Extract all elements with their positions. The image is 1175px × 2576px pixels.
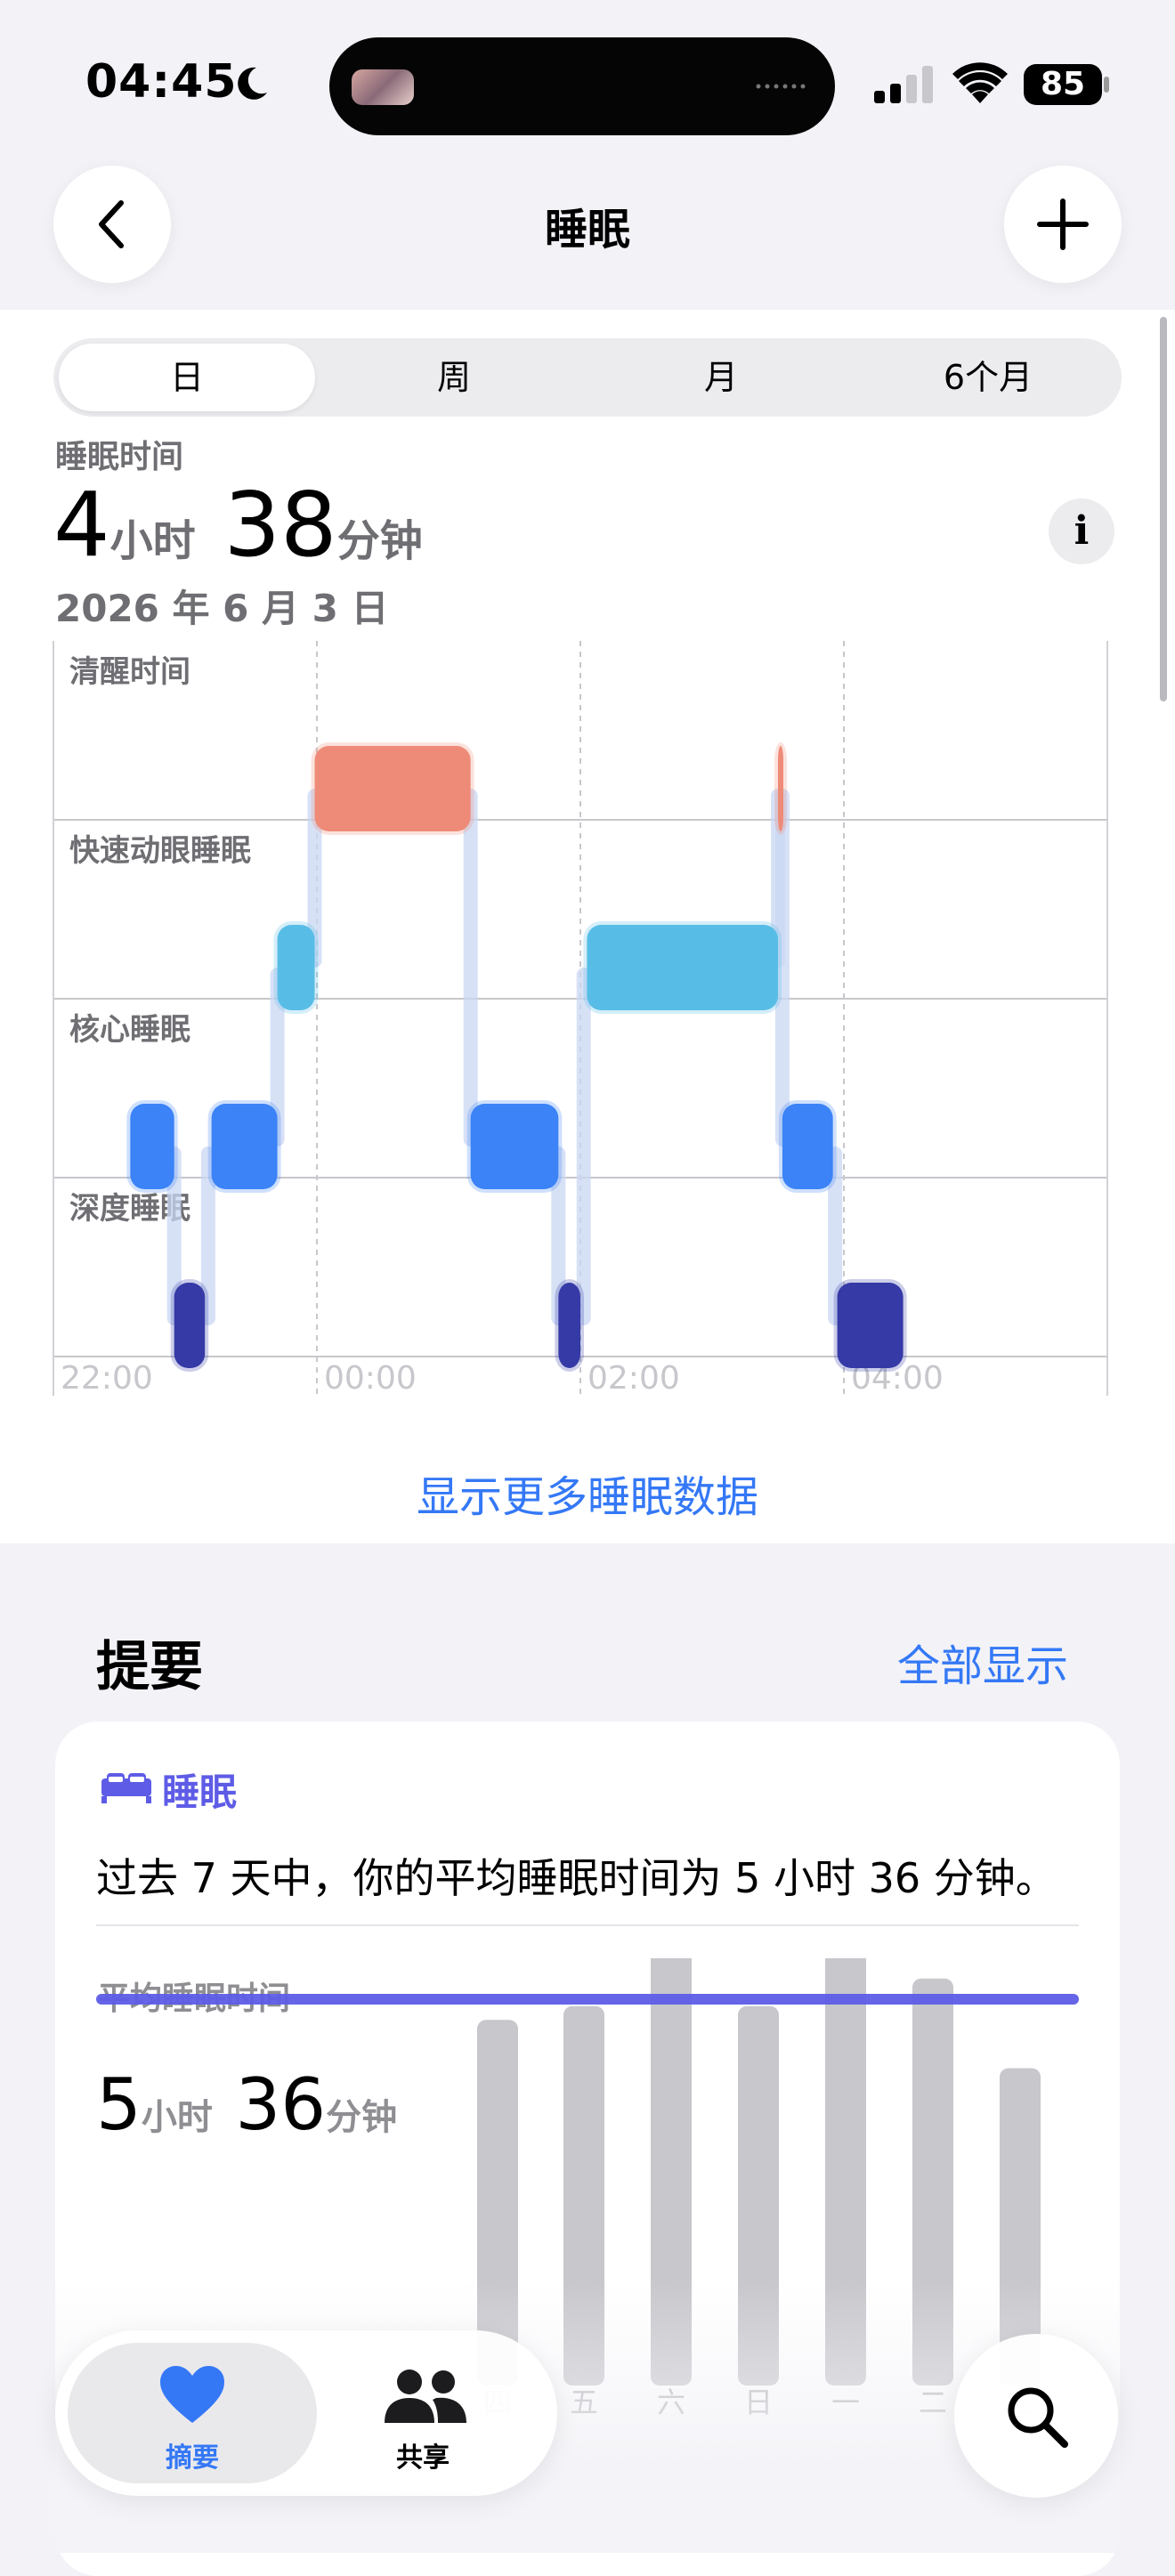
stage-connector (576, 968, 591, 1325)
segment-6-months[interactable]: 6个月 (855, 344, 1122, 411)
stage-segment (587, 925, 778, 1010)
average-line (96, 1994, 1079, 2005)
summary-category: 睡眠 (162, 1770, 238, 1814)
stage-segment (558, 1283, 580, 1368)
waveform-icon (756, 84, 806, 89)
duration-minutes: 38 (223, 473, 337, 577)
moon-icon (238, 67, 267, 100)
stage-row-label: 核心睡眠 (69, 1012, 190, 1048)
stage-segment (174, 1283, 206, 1368)
stage-segment (130, 1104, 174, 1189)
stage-row-label: 快速动眼睡眠 (69, 833, 251, 869)
metric-label: 睡眠时间 (55, 439, 184, 475)
stage-segment (314, 746, 471, 831)
summary-heading: 提要 (96, 1636, 203, 1698)
stage-segment (277, 925, 315, 1010)
search-button[interactable] (954, 2334, 1118, 2498)
stage-segment (211, 1104, 278, 1189)
duration-hours: 4 (53, 473, 110, 577)
segment-week[interactable]: 周 (320, 344, 588, 411)
show-more-sleep-data-link[interactable]: 显示更多睡眠数据 (0, 1462, 1175, 1524)
stage-connector (463, 789, 478, 1146)
show-all-link[interactable]: 全部显示 (897, 1631, 1068, 1693)
add-data-button[interactable] (1004, 166, 1122, 283)
segment-month[interactable]: 月 (588, 344, 855, 411)
cellular-signal-icon (874, 66, 933, 103)
stage-segment (778, 746, 783, 831)
segment-day[interactable]: 日 (53, 344, 320, 411)
stage-segment (470, 1104, 559, 1189)
time-tick-label: 02:00 (588, 1360, 680, 1397)
info-button[interactable]: i (1049, 498, 1114, 564)
plus-icon (1037, 198, 1089, 250)
tab-sharing-label[interactable]: 共享 (329, 2435, 516, 2475)
battery-level: 85 (1024, 64, 1102, 105)
stage-segment (837, 1283, 904, 1368)
sleep-stages-chart[interactable]: 22:00 00:00 02:00 04:00清醒时间快速动眼睡眠核心睡眠深度睡眠 (0, 641, 1175, 1406)
time-tick-label: 22:00 (61, 1360, 153, 1397)
sleep-date: 2026 年 6 月 3 日 (55, 587, 389, 630)
time-tick-label: 00:00 (324, 1360, 417, 1397)
heart-icon (160, 2366, 224, 2423)
sleep-duration: 4小时 38分钟 (53, 472, 423, 595)
now-playing-thumbnail[interactable] (352, 69, 414, 105)
duration-hours-unit: 小时 (109, 516, 196, 566)
stage-row-label: 清醒时间 (69, 654, 190, 690)
battery-nub (1104, 77, 1109, 93)
info-icon: i (1074, 508, 1090, 554)
people-icon (385, 2369, 466, 2423)
page-title: 睡眠 (544, 205, 630, 255)
duration-minutes-unit: 分钟 (336, 516, 423, 566)
stage-segment (782, 1104, 833, 1189)
search-icon (1008, 2387, 1068, 2448)
summary-text: 过去 7 天中，你的平均睡眠时间为 5 小时 36 分钟。 (96, 1854, 1057, 1902)
wifi-icon (952, 62, 1008, 103)
bed-icon (101, 1773, 151, 1803)
tab-summary-label[interactable]: 摘要 (68, 2435, 317, 2475)
summary-divider (96, 1924, 1079, 1926)
status-time: 04:45 (85, 55, 238, 109)
